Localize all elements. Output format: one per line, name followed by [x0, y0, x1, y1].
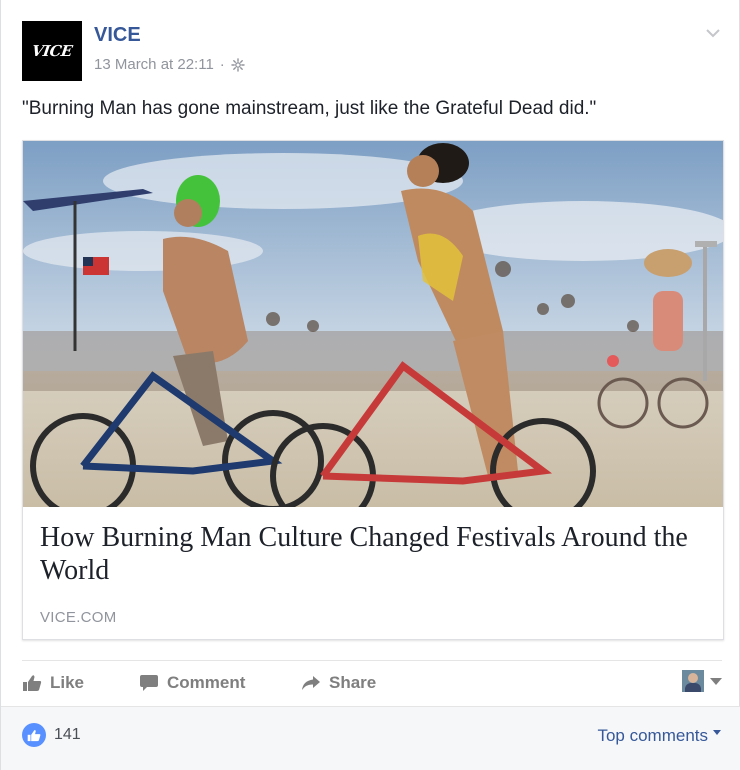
- post-options-chevron-icon[interactable]: [705, 26, 721, 38]
- comment-label: Comment: [167, 673, 246, 692]
- top-comments-dropdown[interactable]: Top comments: [597, 726, 721, 746]
- post-text: "Burning Man has gone mainstream, just l…: [22, 98, 597, 119]
- link-preview-image[interactable]: [23, 141, 723, 507]
- thumbs-up-icon: [22, 674, 42, 692]
- post-card: VICE VICE 13 March at 22:11 · "Burning M…: [0, 0, 740, 770]
- caret-down-icon: [710, 677, 722, 685]
- link-preview-card[interactable]: How Burning Man Culture Changed Festival…: [22, 140, 724, 640]
- like-summary[interactable]: 141: [22, 723, 81, 747]
- vice-logo: VICE: [30, 42, 74, 60]
- share-button[interactable]: Share: [301, 668, 376, 698]
- page-name-link[interactable]: VICE: [94, 24, 141, 47]
- speech-bubble-icon: [139, 674, 159, 692]
- divider: [22, 660, 722, 661]
- meta-separator: ·: [219, 56, 225, 73]
- share-arrow-icon: [301, 674, 321, 692]
- post-meta: 13 March at 22:11 ·: [94, 56, 245, 73]
- comment-as-selector[interactable]: [682, 670, 722, 692]
- post-action-bar: Like Comment Share: [22, 668, 722, 700]
- comment-button[interactable]: Comment: [139, 668, 245, 698]
- like-button[interactable]: Like: [22, 668, 84, 698]
- post-timestamp[interactable]: 13 March at 22:11: [94, 56, 214, 73]
- reactions-footer: 141 Top comments: [1, 706, 740, 770]
- link-domain: VICE.COM: [40, 609, 117, 626]
- user-avatar: [682, 670, 704, 692]
- like-label: Like: [50, 673, 85, 692]
- globe-icon[interactable]: [231, 57, 245, 72]
- top-comments-label: Top comments: [597, 726, 708, 745]
- like-count: 141: [54, 726, 81, 743]
- page-avatar[interactable]: VICE: [22, 21, 82, 81]
- like-badge-icon: [22, 723, 46, 747]
- share-label: Share: [329, 673, 377, 692]
- link-title[interactable]: How Burning Man Culture Changed Festival…: [40, 521, 705, 587]
- caret-down-icon: [713, 729, 721, 735]
